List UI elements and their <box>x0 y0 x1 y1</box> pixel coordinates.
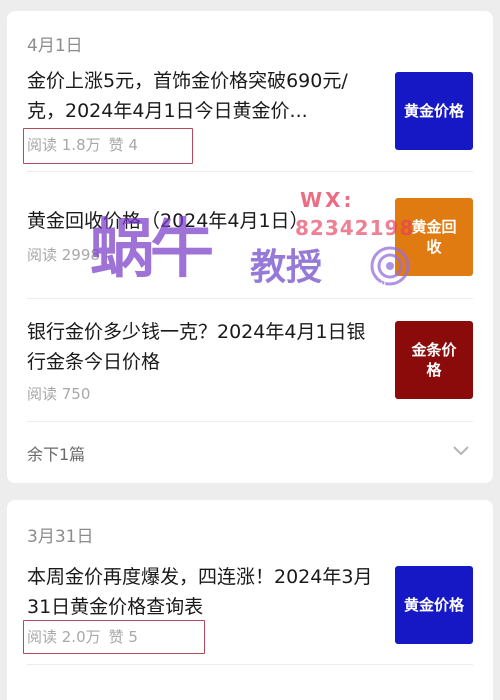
article-title[interactable]: 黄金回收价格（2024年4月1日） <box>27 206 377 236</box>
article-group-card: 4月1日 金价上涨5元，首饰金价格突破690元/克，2024年4月1日今日黄金价… <box>7 11 493 483</box>
divider <box>27 298 473 299</box>
article-title[interactable]: 本周金价再度爆发，四连涨！2024年3月31日黄金价格查询表 <box>27 562 377 622</box>
group-date: 3月31日 <box>27 527 94 547</box>
article-title[interactable]: 金价上涨5元，首饰金价格突破690元/克，2024年4月1日今日黄金价... <box>27 66 377 126</box>
divider <box>27 171 473 172</box>
divider <box>27 664 473 665</box>
highlight-box <box>23 128 193 164</box>
article-group-card: 3月31日 本周金价再度爆发，四连涨！2024年3月31日黄金价格查询表 阅读 … <box>7 500 493 700</box>
more-articles-link[interactable]: 余下1篇 <box>27 441 85 465</box>
group-date: 4月1日 <box>27 36 83 56</box>
read-count: 阅读 750 <box>27 385 91 403</box>
divider <box>27 421 473 422</box>
read-count: 阅读 2998 <box>27 246 100 264</box>
article-thumbnail[interactable]: 黄金回收 <box>395 198 473 276</box>
article-thumbnail[interactable]: 黄金价格 <box>395 72 473 150</box>
article-thumbnail[interactable]: 金条价格 <box>395 321 473 399</box>
article-meta: 阅读 2998 <box>27 244 100 265</box>
highlight-box <box>23 620 205 654</box>
article-title[interactable]: 银行金价多少钱一克？2024年4月1日银行金条今日价格 <box>27 317 377 377</box>
article-thumbnail[interactable]: 黄金价格 <box>395 566 473 644</box>
article-meta: 阅读 750 <box>27 383 90 404</box>
chevron-down-icon[interactable] <box>451 443 471 457</box>
